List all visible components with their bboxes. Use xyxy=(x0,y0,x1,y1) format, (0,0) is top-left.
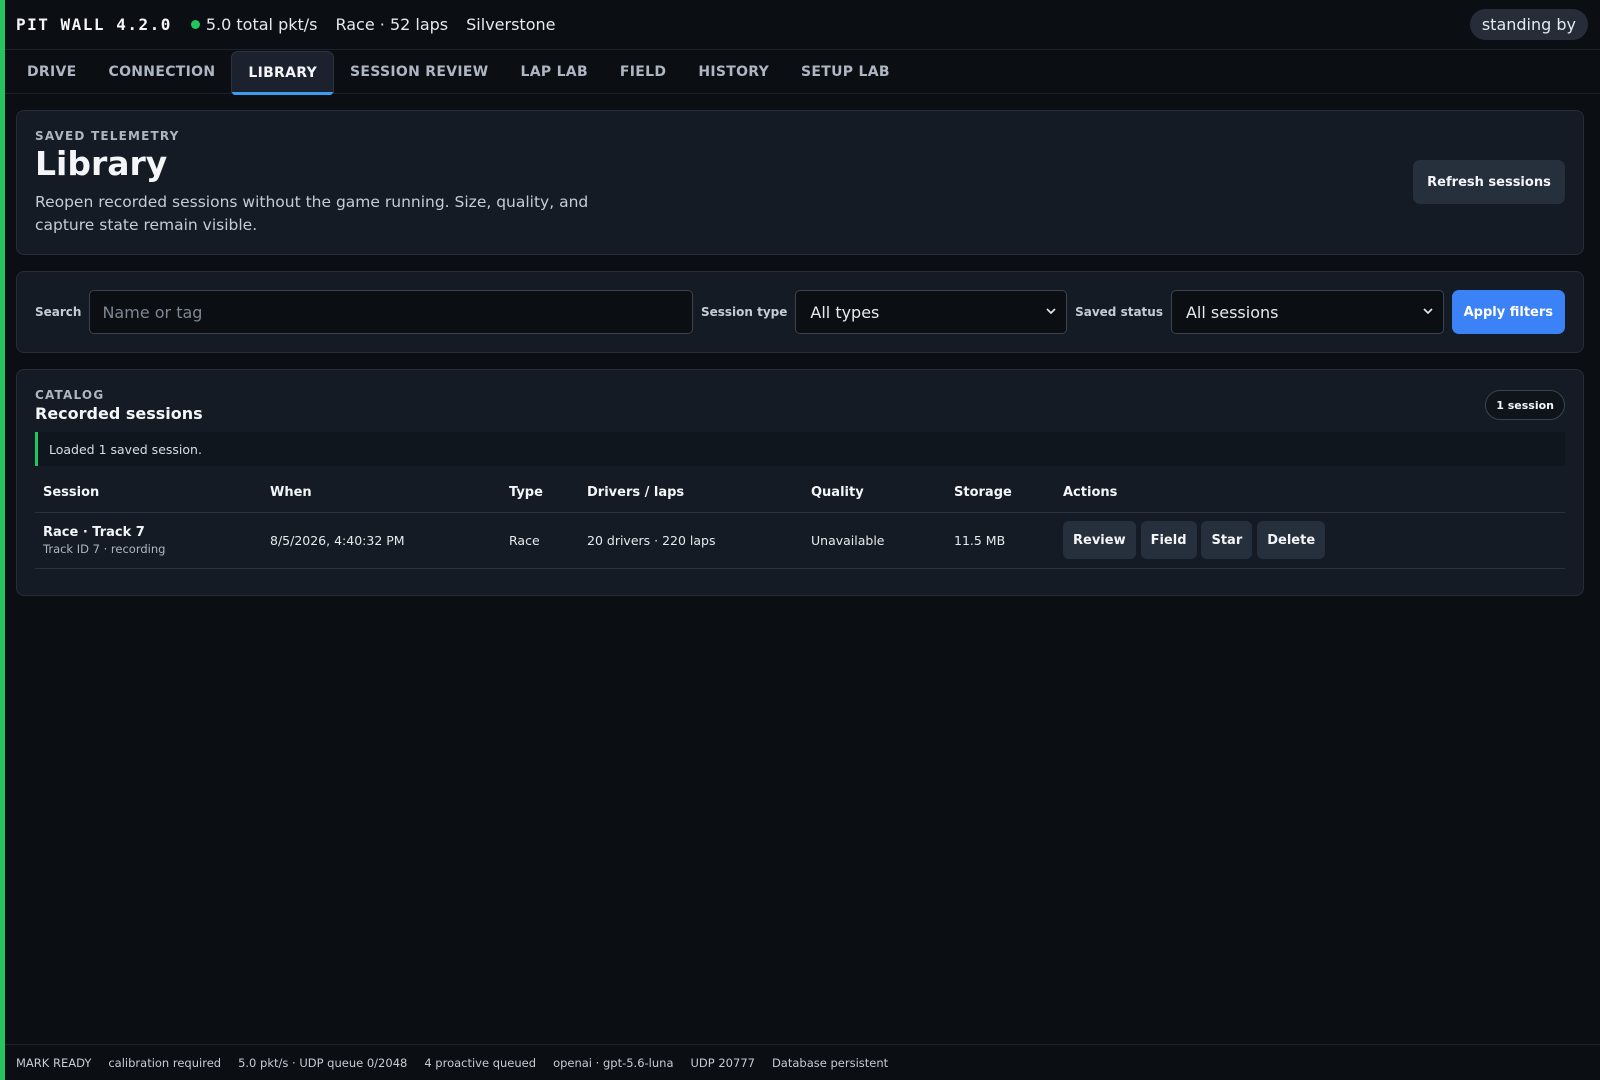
session-type-select[interactable]: All types xyxy=(795,290,1068,334)
connection-status-dot-icon xyxy=(190,20,200,29)
refresh-sessions-button[interactable]: Refresh sessions xyxy=(1413,160,1565,204)
tab-history[interactable]: HISTORY xyxy=(682,51,785,93)
catalog-eyebrow: CATALOG xyxy=(35,388,105,402)
app-root: PIT WALL 4.2.0 5.0 total pkt/s Race · 52… xyxy=(0,0,1600,1080)
tab-field[interactable]: FIELD xyxy=(604,51,682,93)
footer-calibration: calibration required xyxy=(108,1055,222,1070)
star-button[interactable]: Star xyxy=(1201,521,1253,559)
tab-setup-lab[interactable]: SETUP LAB xyxy=(785,51,906,93)
tab-session-review[interactable]: SESSION REVIEW xyxy=(334,51,504,93)
session-info: Race · 52 laps xyxy=(335,15,449,34)
footer-proactive-queued: 4 proactive queued xyxy=(424,1055,537,1070)
footer-model: openai · gpt-5.6-luna xyxy=(553,1055,674,1070)
col-when: When xyxy=(262,474,501,513)
footer-udp-queue: 5.0 pkt/s · UDP queue 0/2048 xyxy=(238,1055,408,1070)
col-quality: Quality xyxy=(803,474,946,513)
status-footer: MARK READY calibration required 5.0 pkt/… xyxy=(5,1044,1600,1080)
status-pill: standing by xyxy=(1469,9,1588,40)
col-session: Session xyxy=(35,474,262,513)
packet-rate-text: 5.0 total pkt/s xyxy=(205,15,318,34)
session-type-label: Session type xyxy=(700,305,788,319)
filters-panel: Search Session type All types Saved stat… xyxy=(16,271,1584,353)
table-row: Race · Track 7 Track ID 7 · recording 8/… xyxy=(35,512,1565,569)
search-label: Search xyxy=(35,305,82,319)
session-storage: 11.5 MB xyxy=(946,512,1055,569)
chevron-down-icon xyxy=(1046,308,1056,315)
footer-mark-ready: MARK READY xyxy=(16,1055,92,1070)
session-type-value: All types xyxy=(810,302,880,322)
app-brand: PIT WALL 4.2.0 xyxy=(16,15,172,34)
main-tabs: DRIVE CONNECTION LIBRARY SESSION REVIEW … xyxy=(5,50,1600,95)
saved-status-label: Saved status xyxy=(1075,305,1163,319)
delete-button[interactable]: Delete xyxy=(1257,521,1326,559)
top-bar: PIT WALL 4.2.0 5.0 total pkt/s Race · 52… xyxy=(5,0,1600,50)
chevron-down-icon xyxy=(1423,308,1433,315)
hero-eyebrow: SAVED TELEMETRY xyxy=(35,129,180,143)
field-button[interactable]: Field xyxy=(1140,521,1197,559)
session-cell: Race · Track 7 Track ID 7 · recording xyxy=(35,512,262,569)
session-count-badge: 1 session xyxy=(1485,390,1565,420)
track-name: Silverstone xyxy=(466,15,556,34)
catalog-panel: CATALOG Recorded sessions 1 session Load… xyxy=(16,369,1584,596)
left-status-accent xyxy=(0,0,5,1080)
session-when: 8/5/2026, 4:40:32 PM xyxy=(262,512,501,569)
load-notice: Loaded 1 saved session. xyxy=(35,432,1565,466)
saved-status-select[interactable]: All sessions xyxy=(1170,290,1444,334)
packet-rate: 5.0 total pkt/s xyxy=(190,15,318,34)
page-title: Library xyxy=(35,144,168,183)
saved-status-value: All sessions xyxy=(1185,302,1279,322)
table-header-row: Session When Type Drivers / laps Quality… xyxy=(35,474,1565,513)
col-drivers-laps: Drivers / laps xyxy=(579,474,803,513)
session-type: Race xyxy=(501,512,579,569)
catalog-title: Recorded sessions xyxy=(35,404,203,423)
tab-library[interactable]: LIBRARY xyxy=(231,51,335,95)
col-type: Type xyxy=(501,474,579,513)
col-actions: Actions xyxy=(1055,474,1565,513)
library-hero-panel: SAVED TELEMETRY Library Reopen recorded … xyxy=(16,110,1584,255)
footer-database: Database persistent xyxy=(771,1055,889,1070)
footer-udp-port: UDP 20777 xyxy=(690,1055,755,1070)
tab-drive[interactable]: DRIVE xyxy=(11,51,93,93)
tab-connection[interactable]: CONNECTION xyxy=(93,51,232,93)
tab-lap-lab[interactable]: LAP LAB xyxy=(505,51,604,93)
session-meta: Track ID 7 · recording xyxy=(43,541,166,556)
session-actions: Review Field Star Delete xyxy=(1055,512,1565,569)
review-button[interactable]: Review xyxy=(1063,521,1136,559)
session-name: Race · Track 7 xyxy=(43,524,145,540)
apply-filters-button[interactable]: Apply filters xyxy=(1451,290,1565,334)
session-quality: Unavailable xyxy=(803,512,946,569)
col-storage: Storage xyxy=(946,474,1055,513)
sessions-table: Session When Type Drivers / laps Quality… xyxy=(35,474,1565,569)
search-input[interactable] xyxy=(89,290,693,334)
page-description: Reopen recorded sessions without the gam… xyxy=(35,193,589,234)
session-drivers-laps: 20 drivers · 220 laps xyxy=(579,512,803,569)
